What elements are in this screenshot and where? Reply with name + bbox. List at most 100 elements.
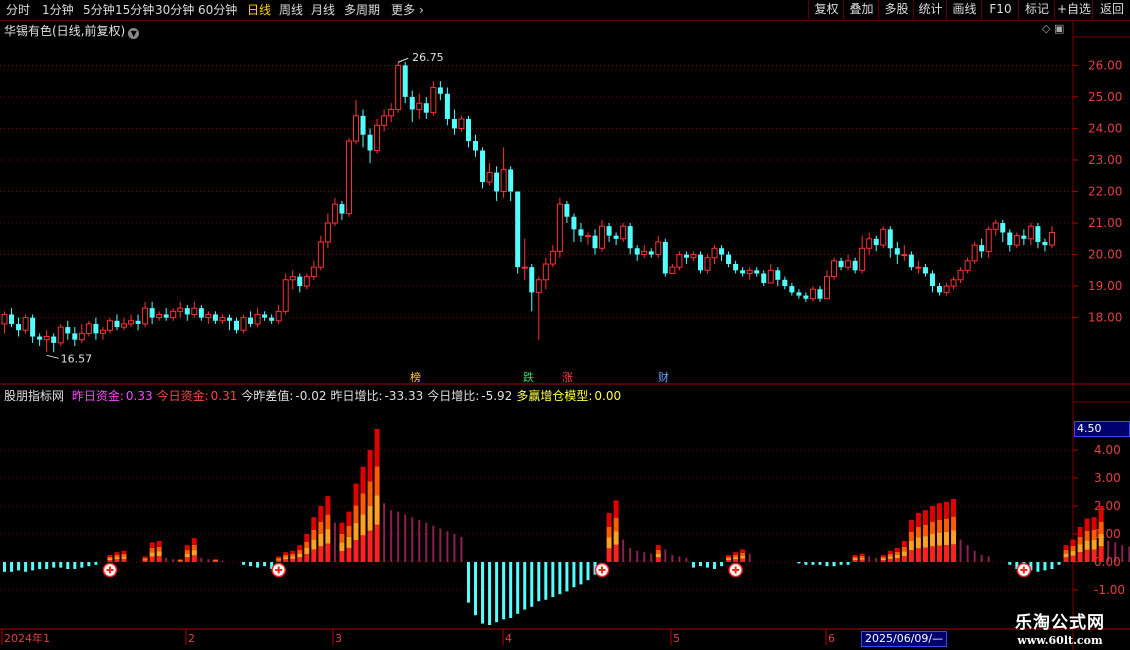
candle-83 (584, 232, 591, 246)
ind-bar-seg-49-3 (346, 511, 352, 526)
period-2[interactable]: 5分钟 (83, 2, 115, 18)
ind-bar-20 (142, 556, 148, 562)
stock-title[interactable]: 华锡有色(日线,前复权) ▼ (4, 22, 140, 39)
candle-body-36 (254, 313, 261, 325)
period-5[interactable]: 60分钟 (198, 2, 237, 18)
candle-94 (662, 238, 668, 277)
ind-bar-seg-21-1 (149, 552, 155, 557)
candle-body-72 (508, 169, 514, 192)
ind-bar-29 (207, 559, 210, 562)
ind-bar-149 (1050, 562, 1054, 569)
candle-82 (578, 223, 584, 242)
candle-72 (508, 166, 514, 201)
candle-body-116 (817, 289, 823, 299)
candle-body-139 (979, 245, 985, 252)
ind-bar-seg-134-3 (944, 501, 950, 519)
ind-bar-seg-122-1 (859, 557, 865, 560)
ind-bar-seg-30-0 (212, 561, 218, 562)
panel-toggle-icon[interactable]: ▣ (1054, 22, 1064, 35)
current-value-label: 4.50 (1074, 421, 1130, 437)
candle-body-71 (500, 168, 507, 193)
ind-bar-seg-49-1 (346, 536, 352, 548)
candle-93 (655, 235, 662, 258)
candle-body-14 (99, 329, 106, 334)
candle-body-136 (957, 269, 964, 281)
ind-bar-seg-27-1 (191, 550, 197, 556)
high-marker-arrow (397, 57, 409, 63)
ind-bar-seg-26-2 (184, 549, 190, 554)
ind-bar-seg-22-1 (156, 551, 162, 557)
date-label-4: 5 (673, 632, 680, 645)
ind-bar-seg-15-2 (107, 556, 113, 559)
toolbar-button-5[interactable]: F10 (981, 0, 1019, 19)
toolbar-button-8[interactable]: 返回 (1092, 0, 1130, 19)
toolbar-button-6[interactable]: 标记 (1018, 0, 1055, 19)
ind-bar-seg-44-0 (311, 549, 317, 562)
ind-bar-seg-51-1 (360, 514, 366, 536)
period-4[interactable]: 30分钟 (155, 2, 194, 18)
ind-bar-seg-15-3 (107, 555, 113, 557)
ind-bar-15 (107, 555, 113, 562)
ind-bar-seg-20-1 (142, 559, 148, 561)
candle-108 (761, 270, 767, 287)
candle-body-130 (915, 266, 922, 269)
ind-bar-seg-121-0 (852, 560, 858, 562)
candle-8 (57, 323, 64, 346)
candle-143 (1007, 229, 1013, 252)
period-8[interactable]: 月线 (311, 2, 335, 18)
period-3[interactable]: 15分钟 (115, 2, 154, 18)
toolbar-button-4[interactable]: 画线 (946, 0, 982, 19)
ind-bar-159 (1121, 545, 1124, 562)
ind-bar-seg-48-3 (339, 522, 345, 534)
ind-bar-seg-131-1 (922, 536, 928, 548)
candle-body-149 (1048, 231, 1055, 246)
candle-56 (395, 62, 402, 113)
chevron-right-icon[interactable]: › (419, 2, 424, 18)
period-6[interactable]: 日线 (247, 2, 271, 18)
candle-body-48 (339, 204, 345, 214)
chevron-down-icon[interactable]: ▼ (128, 28, 140, 39)
ind-bar-seg-152-1 (1070, 550, 1076, 556)
candle-51 (360, 109, 366, 148)
ind-bar-seg-39-2 (276, 557, 282, 560)
event-marker-2: 涨 (562, 371, 573, 384)
ind-bar-27 (191, 538, 197, 562)
candle-96 (676, 251, 683, 271)
candle-body-23 (163, 314, 169, 318)
candle-99 (697, 251, 703, 274)
toolbar-button-3[interactable]: 统计 (913, 0, 947, 19)
ind-bar-seg-48-2 (339, 533, 345, 543)
period-9[interactable]: 多周期 (344, 2, 380, 18)
candle-body-78 (549, 250, 556, 265)
candle-105 (740, 267, 746, 277)
indicator-name[interactable]: 股朋指标网 (4, 389, 64, 403)
period-10[interactable]: 更多 (391, 2, 415, 18)
candle-33 (233, 317, 239, 334)
ind-bar-5 (38, 562, 42, 569)
ind-bar-105 (740, 549, 746, 562)
candle-body-11 (78, 332, 85, 341)
candle-113 (796, 289, 802, 299)
diamond-icon[interactable]: ◇ (1042, 22, 1050, 35)
toolbar-button-2[interactable]: 多股 (878, 0, 914, 19)
ind-bar-46 (325, 496, 331, 562)
ind-bar-90 (636, 550, 639, 562)
ind-bar-120 (846, 562, 850, 565)
candle-body-39 (275, 310, 282, 322)
candle-112 (789, 282, 795, 296)
candle-body-112 (789, 286, 795, 293)
period-1[interactable]: 1分钟 (42, 2, 74, 18)
candle-body-95 (669, 266, 676, 274)
period-0[interactable]: 分时 (6, 2, 30, 18)
chart-canvas[interactable]: 26.0025.0024.0023.0022.0021.0020.0019.00… (0, 0, 1130, 650)
candle-3 (22, 314, 29, 334)
candle-57 (402, 62, 408, 104)
toolbar-button-1[interactable]: 叠加 (843, 0, 879, 19)
ind-bar-136 (959, 539, 962, 562)
period-7[interactable]: 周线 (279, 2, 303, 18)
ind-bar-seg-135-2 (951, 516, 957, 531)
toolbar-button-7[interactable]: +自选 (1054, 0, 1093, 19)
candle-81 (571, 213, 577, 242)
toolbar-button-0[interactable]: 复权 (808, 0, 844, 19)
ind-bar-59 (418, 520, 421, 562)
